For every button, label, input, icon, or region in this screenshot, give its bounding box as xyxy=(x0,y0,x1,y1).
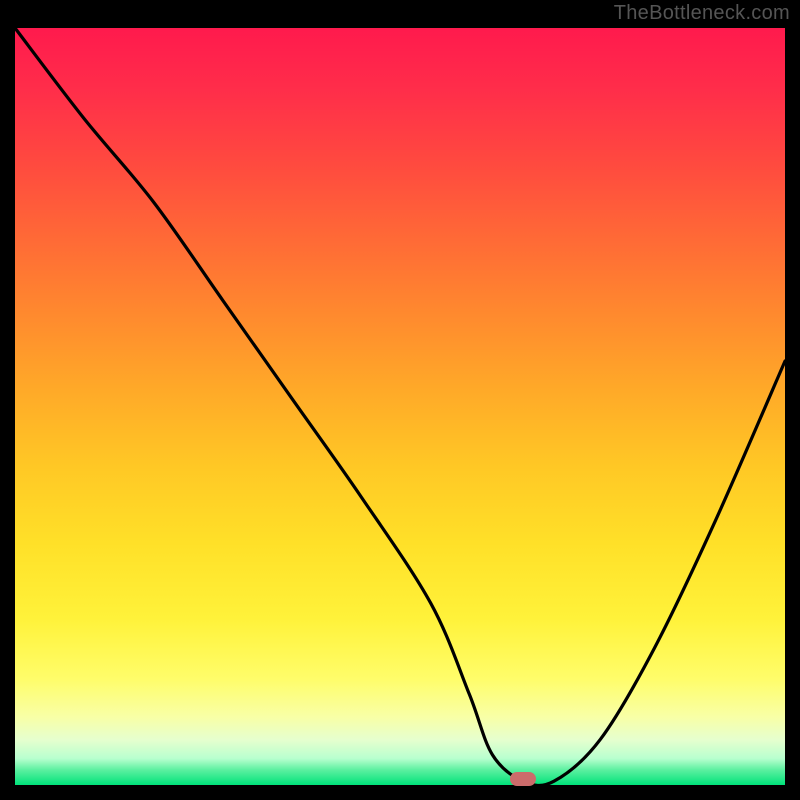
plot-area xyxy=(15,28,785,785)
watermark-text: TheBottleneck.com xyxy=(614,2,790,25)
bottleneck-curve xyxy=(15,28,785,785)
optimal-point-marker xyxy=(510,772,536,786)
chart-frame: TheBottleneck.com xyxy=(0,0,800,800)
curve-path xyxy=(15,28,785,786)
